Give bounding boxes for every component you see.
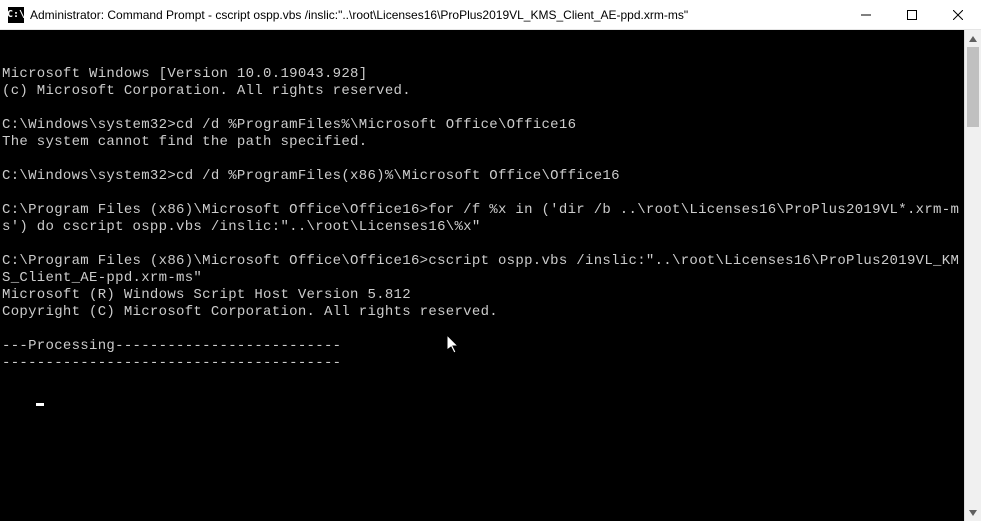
window-titlebar[interactable]: C:\ Administrator: Command Prompt - cscr… xyxy=(0,0,981,30)
maximize-icon xyxy=(907,10,917,20)
scroll-thumb[interactable] xyxy=(967,47,979,127)
window-title: Administrator: Command Prompt - cscript … xyxy=(30,8,843,22)
scroll-down-arrow-icon[interactable] xyxy=(965,504,981,521)
terminal-output: Microsoft Windows [Version 10.0.19043.92… xyxy=(2,66,964,372)
scroll-track[interactable] xyxy=(965,47,981,504)
terminal[interactable]: Microsoft Windows [Version 10.0.19043.92… xyxy=(0,30,964,521)
scrollbar-vertical[interactable] xyxy=(964,30,981,521)
maximize-button[interactable] xyxy=(889,0,935,29)
window-controls xyxy=(843,0,981,29)
terminal-wrapper: Microsoft Windows [Version 10.0.19043.92… xyxy=(0,30,981,521)
cmd-icon: C:\ xyxy=(8,7,24,23)
terminal-cursor xyxy=(36,403,44,406)
close-button[interactable] xyxy=(935,0,981,29)
minimize-button[interactable] xyxy=(843,0,889,29)
minimize-icon xyxy=(861,10,871,20)
close-icon xyxy=(953,10,963,20)
scroll-up-arrow-icon[interactable] xyxy=(965,30,981,47)
